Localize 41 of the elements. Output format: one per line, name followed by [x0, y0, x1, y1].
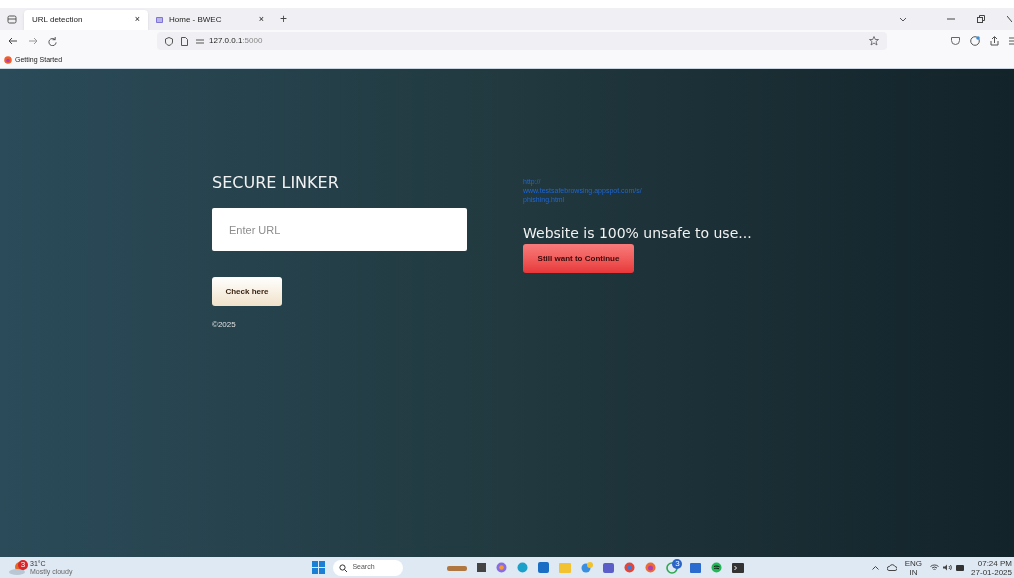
- star-icon[interactable]: [869, 36, 879, 46]
- browser-tab[interactable]: Home - BWEC ×: [148, 10, 272, 30]
- back-arrow-icon[interactable]: [8, 37, 18, 45]
- chat-icon[interactable]: [666, 561, 679, 574]
- copyright-text: ©2025: [212, 319, 237, 331]
- cloud-icon[interactable]: [886, 564, 897, 571]
- url-input-field[interactable]: Enter URL: [212, 208, 467, 251]
- notification-badge: 3: [18, 559, 28, 570]
- speaker-icon[interactable]: [943, 564, 953, 571]
- tab-close-button[interactable]: ×: [258, 13, 264, 27]
- terminal-icon[interactable]: [732, 562, 745, 573]
- tab-list-icon[interactable]: [7, 14, 17, 24]
- clock-time[interactable]: 07:24 PM: [977, 558, 1012, 568]
- verdict-text: Website is 100% unsafe to use...: [523, 224, 752, 242]
- forward-arrow-icon[interactable]: [28, 37, 38, 45]
- reload-icon[interactable]: [48, 36, 57, 46]
- region-text[interactable]: IN: [909, 567, 918, 577]
- browser-tab[interactable]: URL detection ×: [24, 10, 148, 30]
- chevron-up-icon[interactable]: [871, 565, 879, 570]
- share-icon[interactable]: [990, 36, 999, 46]
- shield-icon: [165, 36, 173, 46]
- notification-badge: 3: [672, 558, 683, 569]
- address-bar[interactable]: 127.0.0.1:5000: [157, 32, 887, 50]
- language-text[interactable]: ENG: [904, 558, 923, 568]
- clock-date[interactable]: 27-01-2025: [971, 567, 1012, 577]
- chevron-down-icon[interactable]: [899, 16, 907, 22]
- start-icon[interactable]: [312, 561, 326, 574]
- page-icon: [181, 36, 188, 46]
- connection-icon: [196, 37, 205, 45]
- check-button[interactable]: Check here: [212, 277, 282, 306]
- search-icon: [339, 563, 348, 572]
- new-tab-button[interactable]: +: [280, 10, 287, 28]
- wifi-icon[interactable]: [930, 564, 940, 571]
- page-title: SECURE LINKER: [212, 173, 340, 193]
- task-view-icon[interactable]: [477, 563, 487, 572]
- battery-icon[interactable]: [956, 564, 966, 571]
- tab-close-button[interactable]: ×: [134, 13, 140, 27]
- continue-button[interactable]: Still want to Continue: [523, 244, 634, 273]
- url-text: 127.0.0.1:5000: [209, 35, 263, 47]
- site-icon: [156, 16, 163, 24]
- restore-icon[interactable]: [977, 15, 985, 23]
